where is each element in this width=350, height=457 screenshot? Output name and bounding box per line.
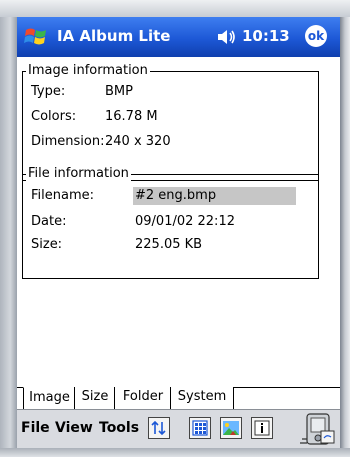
image-info-title: Image information	[26, 63, 150, 78]
title-bar: IA Album Lite 10:13 ok	[17, 17, 340, 57]
menu-tools[interactable]: Tools	[99, 420, 139, 436]
image-info-group: Image information Type: BMP Colors: 16.7…	[22, 63, 319, 181]
type-label: Type:	[31, 84, 66, 99]
filename-label: Filename:	[31, 188, 95, 203]
date-value: 09/01/02 22:12	[135, 214, 235, 229]
windows-start-icon[interactable]	[23, 24, 49, 50]
device-frame-bottom	[0, 448, 350, 457]
menu-file[interactable]: File	[21, 420, 50, 436]
sort-icon[interactable]	[148, 417, 170, 439]
tab-size[interactable]: Size	[74, 387, 116, 410]
speaker-icon[interactable]	[217, 28, 237, 46]
size-label: Size:	[31, 237, 63, 252]
tab-system[interactable]: System	[170, 387, 234, 410]
filename-value[interactable]: #2 eng.bmp	[135, 188, 216, 203]
colors-label: Colors:	[31, 109, 77, 124]
menu-view[interactable]: View	[55, 420, 93, 436]
input-panel-icon[interactable]	[299, 413, 336, 447]
device-frame-right	[340, 0, 350, 457]
device-screen: IA Album Lite 10:13 ok Image information…	[17, 17, 340, 448]
device-frame-top	[0, 0, 350, 17]
command-bar: File View Tools	[17, 409, 340, 448]
tab-image[interactable]: Image	[23, 387, 76, 411]
dimension-label: Dimension:	[31, 134, 105, 149]
file-info-group: File information Filename: #2 eng.bmp Da…	[22, 166, 319, 279]
type-value: BMP	[105, 84, 133, 99]
size-value: 225.05 KB	[135, 237, 203, 252]
clock[interactable]: 10:13	[242, 27, 290, 45]
ok-button[interactable]: ok	[305, 25, 327, 47]
device-frame-left	[0, 0, 17, 457]
tab-strip: Image Size Folder System	[17, 387, 340, 411]
tab-folder[interactable]: Folder	[114, 387, 172, 410]
date-label: Date:	[31, 214, 67, 229]
colors-value: 16.78 M	[105, 109, 158, 124]
thumbnail-grid-icon[interactable]	[189, 417, 211, 439]
info-icon[interactable]	[251, 417, 273, 439]
app-title: IA Album Lite	[57, 27, 171, 45]
picture-icon[interactable]	[220, 417, 242, 439]
dimension-value: 240 x 320	[105, 134, 171, 149]
file-info-title: File information	[26, 166, 131, 181]
